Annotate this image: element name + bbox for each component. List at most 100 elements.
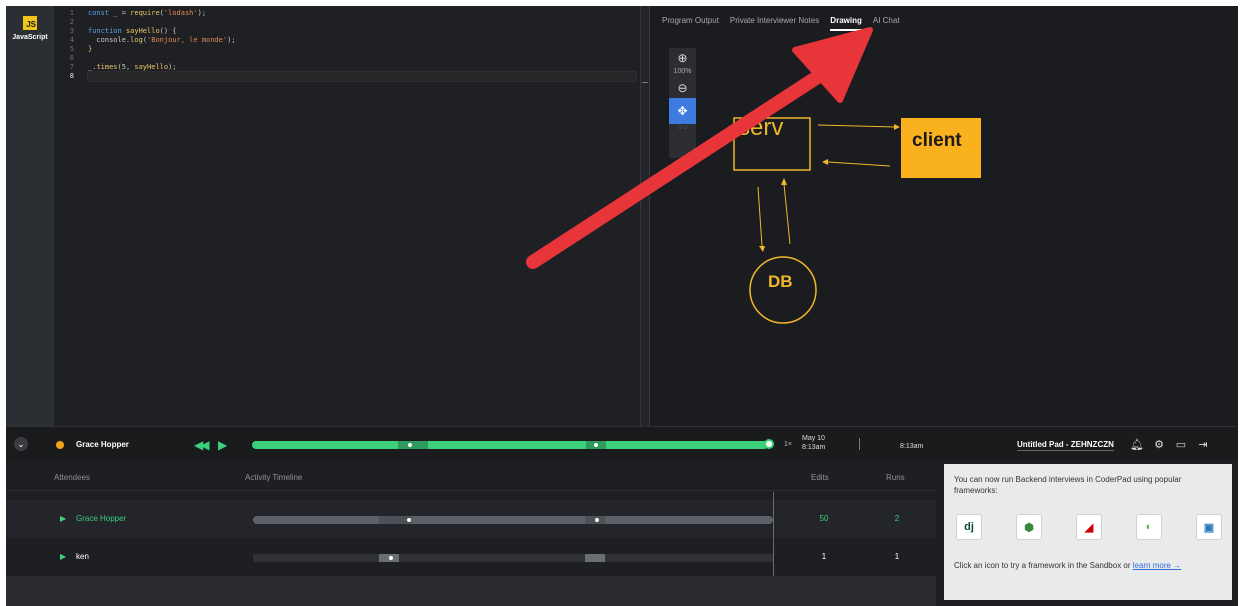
line-number: 4	[69, 36, 74, 44]
language-label[interactable]: JavaScript	[8, 34, 52, 41]
chat-bubble-icon[interactable]: ▭	[1174, 437, 1188, 451]
code-token: );	[197, 9, 207, 17]
line-number-gutter: 12345678	[54, 9, 84, 81]
playback-scrubber[interactable]	[764, 439, 774, 449]
arrowhead-client	[894, 124, 900, 130]
playback-time-start: 8:13am	[802, 444, 826, 451]
code-line[interactable]: function sayHello() {	[88, 27, 636, 36]
line-number: 5	[69, 45, 74, 53]
drawing-canvas[interactable]	[650, 6, 1238, 426]
code-token: sayHello	[125, 27, 160, 35]
line-number: 1	[69, 9, 74, 17]
playback-track[interactable]	[252, 441, 768, 449]
code-line[interactable]	[87, 71, 637, 82]
edits-count: 50	[819, 514, 829, 523]
playback-bar: ⌄ Grace Hopper ◀◀ ▶ 1× May 10 8:13am 8:1…	[6, 426, 1238, 462]
playback-event-dot	[594, 443, 598, 447]
playback-event-dot	[408, 443, 412, 447]
code-token: times	[96, 63, 118, 71]
learn-more-link[interactable]: learn more →	[1133, 561, 1181, 570]
timeline-event-dot	[407, 518, 411, 522]
line-number: 6	[69, 54, 74, 62]
code-token: );	[227, 36, 236, 44]
activity-panel: Attendees Activity Timeline Edits Runs ▶…	[6, 462, 936, 606]
play-icon[interactable]: ▶	[218, 438, 227, 452]
code-line[interactable]: }	[88, 45, 636, 54]
table-row[interactable]: ▶ ken 1 1	[6, 538, 936, 576]
playback-speed[interactable]: 1×	[784, 441, 792, 448]
playback-user-name: Grace Hopper	[76, 440, 129, 449]
playback-start-time: May 10 8:13am	[802, 434, 825, 452]
javascript-icon[interactable]: JS	[23, 16, 37, 30]
play-row-icon[interactable]: ▶	[60, 552, 66, 561]
code-token: () {	[159, 27, 177, 35]
collapse-chevron-icon[interactable]: ⌄	[14, 437, 28, 451]
pane-splitter[interactable]	[640, 6, 650, 426]
code-line[interactable]: _.times(5, sayHello);	[88, 63, 636, 72]
code-token: 'Bonjour, le monde'	[147, 36, 228, 44]
table-row[interactable]: ▶ Grace Hopper 50 2	[6, 500, 936, 538]
time-separator	[859, 438, 860, 450]
code-token: );	[168, 63, 177, 71]
rails-icon[interactable]: ◢	[1076, 514, 1102, 540]
db-label: DB	[768, 272, 793, 291]
spring-icon[interactable]: ◐	[1136, 514, 1162, 540]
exit-icon[interactable]: ⇥	[1196, 437, 1210, 451]
framework-promo: You can now run Backend interviews in Co…	[944, 464, 1232, 600]
server-label: serv	[738, 114, 784, 141]
flask-icon[interactable]: ▣	[1196, 514, 1222, 540]
code-token: console.	[88, 36, 131, 44]
attendee-timeline[interactable]	[253, 554, 773, 562]
line-number: 3	[69, 27, 74, 35]
playback-time-end: 8:13am	[900, 443, 924, 450]
code-token: 'lodash'	[163, 9, 198, 17]
arrow-server-to-db	[757, 186, 763, 247]
line-number: 7	[69, 63, 74, 71]
current-time-marker	[773, 492, 774, 576]
attendee-timeline[interactable]	[253, 516, 773, 524]
timeline-segment	[585, 554, 605, 562]
code-token: _ =	[109, 9, 131, 17]
arrowhead-server-up	[781, 178, 787, 185]
rewind-icon[interactable]: ◀◀	[194, 438, 210, 452]
code-lines[interactable]: const _ = require('lodash'); function say…	[87, 9, 637, 82]
header-timeline: Activity Timeline	[245, 473, 303, 482]
coderpad-app: JS JavaScript 12345678 const _ = require…	[6, 6, 1238, 606]
code-line[interactable]	[88, 54, 636, 63]
django-icon[interactable]: dj	[956, 514, 982, 540]
nodejs-icon[interactable]: ⬢	[1016, 514, 1042, 540]
code-token: require	[130, 9, 160, 17]
right-pane: Program Output Private Interviewer Notes D…	[650, 6, 1238, 426]
play-row-icon[interactable]: ▶	[60, 514, 66, 523]
notification-bell-icon[interactable]: 🔔︎	[1130, 437, 1144, 451]
activity-footer	[6, 576, 936, 606]
timeline-event-dot	[389, 556, 393, 560]
code-token: (5,	[117, 63, 135, 71]
timeline-event-dot	[595, 518, 599, 522]
code-token: sayHello	[134, 63, 169, 71]
code-token: }	[88, 45, 93, 53]
playback-date: May 10	[802, 435, 825, 442]
line-number: 2	[69, 18, 74, 26]
code-line[interactable]: console.log('Bonjour, le monde');	[88, 36, 636, 45]
code-token: function	[88, 27, 122, 35]
arrowhead-db	[759, 246, 765, 252]
runs-count: 1	[894, 552, 900, 561]
attendee-name: Grace Hopper	[76, 514, 127, 523]
attendee-name: ken	[76, 552, 89, 561]
playback-segment	[398, 441, 428, 449]
code-line[interactable]: const _ = require('lodash');	[88, 9, 636, 18]
arrow-db-to-server	[783, 183, 791, 245]
gear-icon[interactable]: ⚙	[1152, 437, 1166, 451]
promo-footer-text: Click an icon to try a framework in the …	[954, 561, 1133, 570]
arrow-client-to-server	[827, 161, 891, 167]
code-line[interactable]	[88, 18, 636, 27]
edits-count: 1	[821, 552, 827, 561]
header-edits: Edits	[811, 473, 829, 482]
code-editor[interactable]: 12345678 const _ = require('lodash'); fun…	[54, 6, 640, 426]
runs-count: 2	[894, 514, 900, 523]
pad-name[interactable]: Untitled Pad - ZEHNZCZN	[1017, 440, 1114, 451]
language-rail: JS JavaScript	[6, 6, 54, 426]
promo-text: You can now run Backend interviews in Co…	[954, 475, 1182, 495]
splitter-grip[interactable]	[642, 82, 648, 83]
